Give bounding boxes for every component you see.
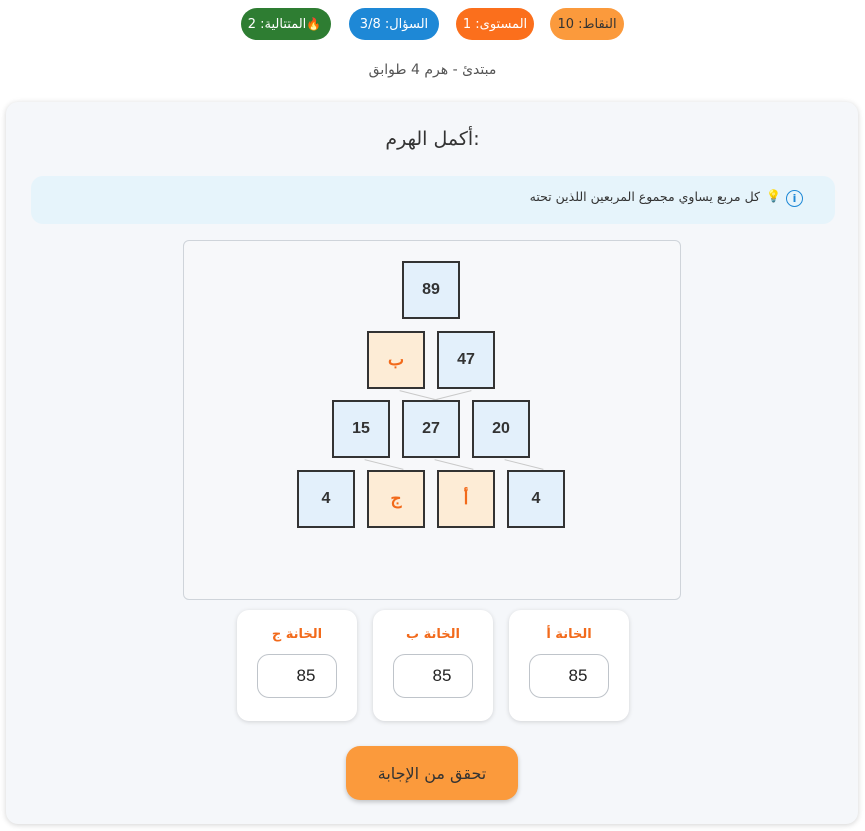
streak-label: المتتالية: 2 xyxy=(247,16,307,32)
fire-icon: 🔥 xyxy=(306,17,322,31)
puzzle-subtitle: مبتدئ - هرم 4 طوابق xyxy=(368,62,497,78)
check-answer-button[interactable]: تحقق من الإجابة xyxy=(346,746,518,800)
pyramid-cell: 27 xyxy=(402,400,460,458)
answer-label-b: الخانة ب xyxy=(406,627,460,642)
pyramid-cell-b: ب xyxy=(367,331,425,389)
answer-label-j: الخانة ج xyxy=(271,627,323,642)
pyramid-cell: 4 xyxy=(297,470,355,528)
answer-input-b[interactable] xyxy=(393,654,473,698)
puzzle-title: أكمل الهرم: xyxy=(385,128,480,150)
answer-label-a: الخانة أ xyxy=(546,627,592,642)
pyramid-cell-j: ج xyxy=(367,470,425,528)
lightbulb-icon: 💡 xyxy=(766,189,781,203)
pyramid-cell-a: أ xyxy=(437,470,495,528)
connector-line xyxy=(504,459,544,470)
points-badge: النقاط: 10 xyxy=(550,8,624,40)
question-badge: السؤال: 3/8 xyxy=(349,8,439,40)
pyramid-cell: 4 xyxy=(507,470,565,528)
connector-line xyxy=(434,459,474,470)
pyramid-cell-top: 89 xyxy=(402,261,460,319)
question-label: السؤال: 3/8 xyxy=(359,16,429,32)
level-label: المستوى: 1 xyxy=(462,16,528,32)
level-badge: المستوى: 1 xyxy=(456,8,534,40)
answer-input-a[interactable] xyxy=(529,654,609,698)
answer-input-j[interactable] xyxy=(257,654,337,698)
pyramid-cell: 47 xyxy=(437,331,495,389)
answer-card-a: الخانة أ xyxy=(509,610,629,721)
answer-card-b: الخانة ب xyxy=(373,610,493,721)
status-bar: المتتالية: 2 🔥 السؤال: 3/8 المستوى: 1 ال… xyxy=(0,8,865,40)
points-label: النقاط: 10 xyxy=(557,16,617,32)
pyramid-cell: 20 xyxy=(472,400,530,458)
streak-badge: المتتالية: 2 🔥 xyxy=(241,8,331,40)
connector-line xyxy=(364,459,404,470)
answer-card-j: الخانة ج xyxy=(237,610,357,721)
pyramid-cell: 15 xyxy=(332,400,390,458)
hint-text: كل مربع يساوي مجموع المربعين اللذين تحته xyxy=(529,189,760,204)
pyramid-board: 89 ب 47 15 27 20 4 ج أ 4 xyxy=(183,240,681,600)
info-icon: i xyxy=(786,190,803,207)
